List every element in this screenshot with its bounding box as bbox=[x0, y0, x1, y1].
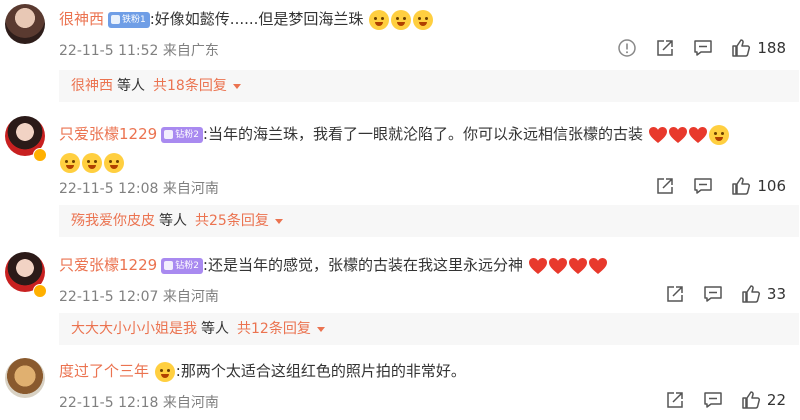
like-count: 33 bbox=[766, 285, 786, 303]
timestamp: 22-11-5 12:08 bbox=[59, 181, 159, 197]
share-icon bbox=[665, 284, 685, 304]
timestamp: 22-11-5 11:52 bbox=[59, 43, 159, 59]
reply-button[interactable] bbox=[703, 390, 723, 410]
avatar[interactable] bbox=[5, 358, 45, 398]
comment-actions: 22 bbox=[665, 390, 786, 410]
chevron-down-icon bbox=[274, 218, 283, 224]
comment-meta: 22-11-5 12:18 来自河南 bbox=[59, 392, 219, 412]
timestamp: 22-11-5 12:18 bbox=[59, 395, 159, 411]
comment-meta: 22-11-5 12:07 来自河南 bbox=[59, 286, 219, 306]
fan-badge: 钻粉2 bbox=[161, 257, 203, 274]
reply-count-link[interactable]: 共18条回复 bbox=[153, 78, 227, 94]
reply-button[interactable] bbox=[693, 176, 713, 196]
like-button[interactable]: 33 bbox=[741, 284, 786, 304]
fan-badge: 钻粉2 bbox=[161, 126, 203, 143]
comment-header: 只爱张檬1229 钻粉2:还是当年的感觉，张檬的古装在我这里永远分神 bbox=[59, 254, 608, 275]
chevron-down-icon bbox=[316, 326, 325, 332]
comment-text: :好像如懿传......但是梦回海兰珠 bbox=[149, 10, 364, 28]
fan-badge-icon bbox=[164, 129, 174, 139]
red-heart-emoji bbox=[648, 126, 668, 144]
comment-actions: 106 bbox=[655, 176, 786, 196]
reply-summary[interactable]: 殇我爱你皮皮 等人 共25条回复 bbox=[59, 205, 799, 237]
comment-meta: 22-11-5 12:08 来自河南 bbox=[59, 178, 219, 198]
location: 来自河南 bbox=[162, 395, 219, 411]
like-count: 188 bbox=[757, 39, 786, 57]
verified-badge-icon bbox=[33, 148, 47, 162]
thinking-emoji bbox=[60, 152, 80, 173]
username[interactable]: 只爱张檬1229 bbox=[59, 256, 157, 274]
location: 来自广东 bbox=[162, 43, 219, 59]
share-icon bbox=[655, 176, 675, 196]
avatar[interactable] bbox=[5, 4, 45, 44]
username[interactable]: 很神西 bbox=[59, 10, 104, 28]
fan-badge-icon bbox=[111, 14, 121, 24]
reply-summary[interactable]: 大大大小小小姐是我 等人 共12条回复 bbox=[59, 313, 799, 345]
reply-button[interactable] bbox=[703, 284, 723, 304]
comment-header: 只爱张檬1229 钻粉2:当年的海兰珠，我看了一眼就沦陷了。你可以永远相信张檬的古… bbox=[59, 120, 779, 176]
reply-username[interactable]: 殇我爱你皮皮 bbox=[71, 213, 155, 229]
crying-emoji bbox=[154, 361, 175, 382]
share-button[interactable] bbox=[665, 390, 685, 410]
red-heart-emoji bbox=[548, 257, 568, 275]
comment-item: 只爱张檬1229 钻粉2:当年的海兰珠，我看了一眼就沦陷了。你可以永远相信张檬的古… bbox=[0, 108, 800, 238]
share-icon bbox=[655, 38, 675, 58]
like-button[interactable]: 188 bbox=[731, 38, 786, 58]
share-button[interactable] bbox=[655, 176, 675, 196]
exclamation-circle-icon bbox=[617, 38, 637, 58]
thumbs-up-icon bbox=[741, 284, 761, 304]
comment-item: 只爱张檬1229 钻粉2:还是当年的感觉，张檬的古装在我这里永远分神 22-11-… bbox=[0, 244, 800, 345]
like-count: 22 bbox=[766, 391, 786, 409]
crying-emoji bbox=[369, 9, 390, 30]
comment-icon bbox=[703, 390, 723, 410]
red-heart-emoji bbox=[528, 257, 548, 275]
comment-meta: 22-11-5 11:52 来自广东 bbox=[59, 40, 219, 60]
fan-badge-icon bbox=[164, 260, 174, 270]
thinking-emoji bbox=[104, 152, 124, 173]
share-button[interactable] bbox=[665, 284, 685, 304]
comment-item: 很神西 铁粉1:好像如懿传......但是梦回海兰珠 22-11-5 11:52 … bbox=[0, 0, 800, 102]
thumbs-up-icon bbox=[731, 38, 751, 58]
comment-header: 很神西 铁粉1:好像如懿传......但是梦回海兰珠 bbox=[59, 8, 434, 30]
thinking-emoji bbox=[708, 124, 729, 145]
reply-username[interactable]: 大大大小小小姐是我 bbox=[71, 321, 197, 337]
reply-summary[interactable]: 很神西 等人 共18条回复 bbox=[59, 70, 799, 102]
location: 来自河南 bbox=[162, 289, 219, 305]
comment-icon bbox=[693, 38, 713, 58]
comment-actions: 188 bbox=[617, 38, 786, 58]
reply-count-link[interactable]: 共12条回复 bbox=[237, 321, 311, 337]
crying-emoji bbox=[391, 9, 412, 30]
red-heart-emoji bbox=[688, 126, 708, 144]
comment-icon bbox=[693, 176, 713, 196]
reply-count-link[interactable]: 共25条回复 bbox=[195, 213, 269, 229]
chevron-down-icon bbox=[232, 83, 241, 89]
crying-emoji bbox=[413, 9, 434, 30]
comment-header: 度过了个三年 :那两个太适合这组红色的照片拍的非常好。 bbox=[59, 360, 466, 382]
comment-text: :当年的海兰珠，我看了一眼就沦陷了。你可以永远相信张檬的古装 bbox=[202, 125, 643, 143]
comment-item: 度过了个三年 :那两个太适合这组红色的照片拍的非常好。 22-11-5 12:1… bbox=[0, 352, 800, 420]
verified-badge-icon bbox=[33, 284, 47, 298]
like-button[interactable]: 106 bbox=[731, 176, 786, 196]
like-button[interactable]: 22 bbox=[741, 390, 786, 410]
like-count: 106 bbox=[757, 177, 786, 195]
red-heart-emoji bbox=[668, 126, 688, 144]
reply-username[interactable]: 很神西 bbox=[71, 78, 113, 94]
fan-badge: 铁粉1 bbox=[108, 11, 150, 28]
username[interactable]: 只爱张檬1229 bbox=[59, 125, 157, 143]
comment-text: :还是当年的感觉，张檬的古装在我这里永远分神 bbox=[202, 256, 523, 274]
location: 来自河南 bbox=[162, 181, 219, 197]
red-heart-emoji bbox=[588, 257, 608, 275]
timestamp: 22-11-5 12:07 bbox=[59, 289, 159, 305]
share-icon bbox=[665, 390, 685, 410]
thinking-emoji bbox=[82, 152, 102, 173]
comment-actions: 33 bbox=[665, 284, 786, 304]
comment-icon bbox=[703, 284, 723, 304]
report-button[interactable] bbox=[617, 38, 637, 58]
reply-button[interactable] bbox=[693, 38, 713, 58]
thumbs-up-icon bbox=[741, 390, 761, 410]
thumbs-up-icon bbox=[731, 176, 751, 196]
share-button[interactable] bbox=[655, 38, 675, 58]
red-heart-emoji bbox=[568, 257, 588, 275]
username[interactable]: 度过了个三年 bbox=[59, 362, 149, 380]
comment-text: :那两个太适合这组红色的照片拍的非常好。 bbox=[175, 362, 466, 380]
